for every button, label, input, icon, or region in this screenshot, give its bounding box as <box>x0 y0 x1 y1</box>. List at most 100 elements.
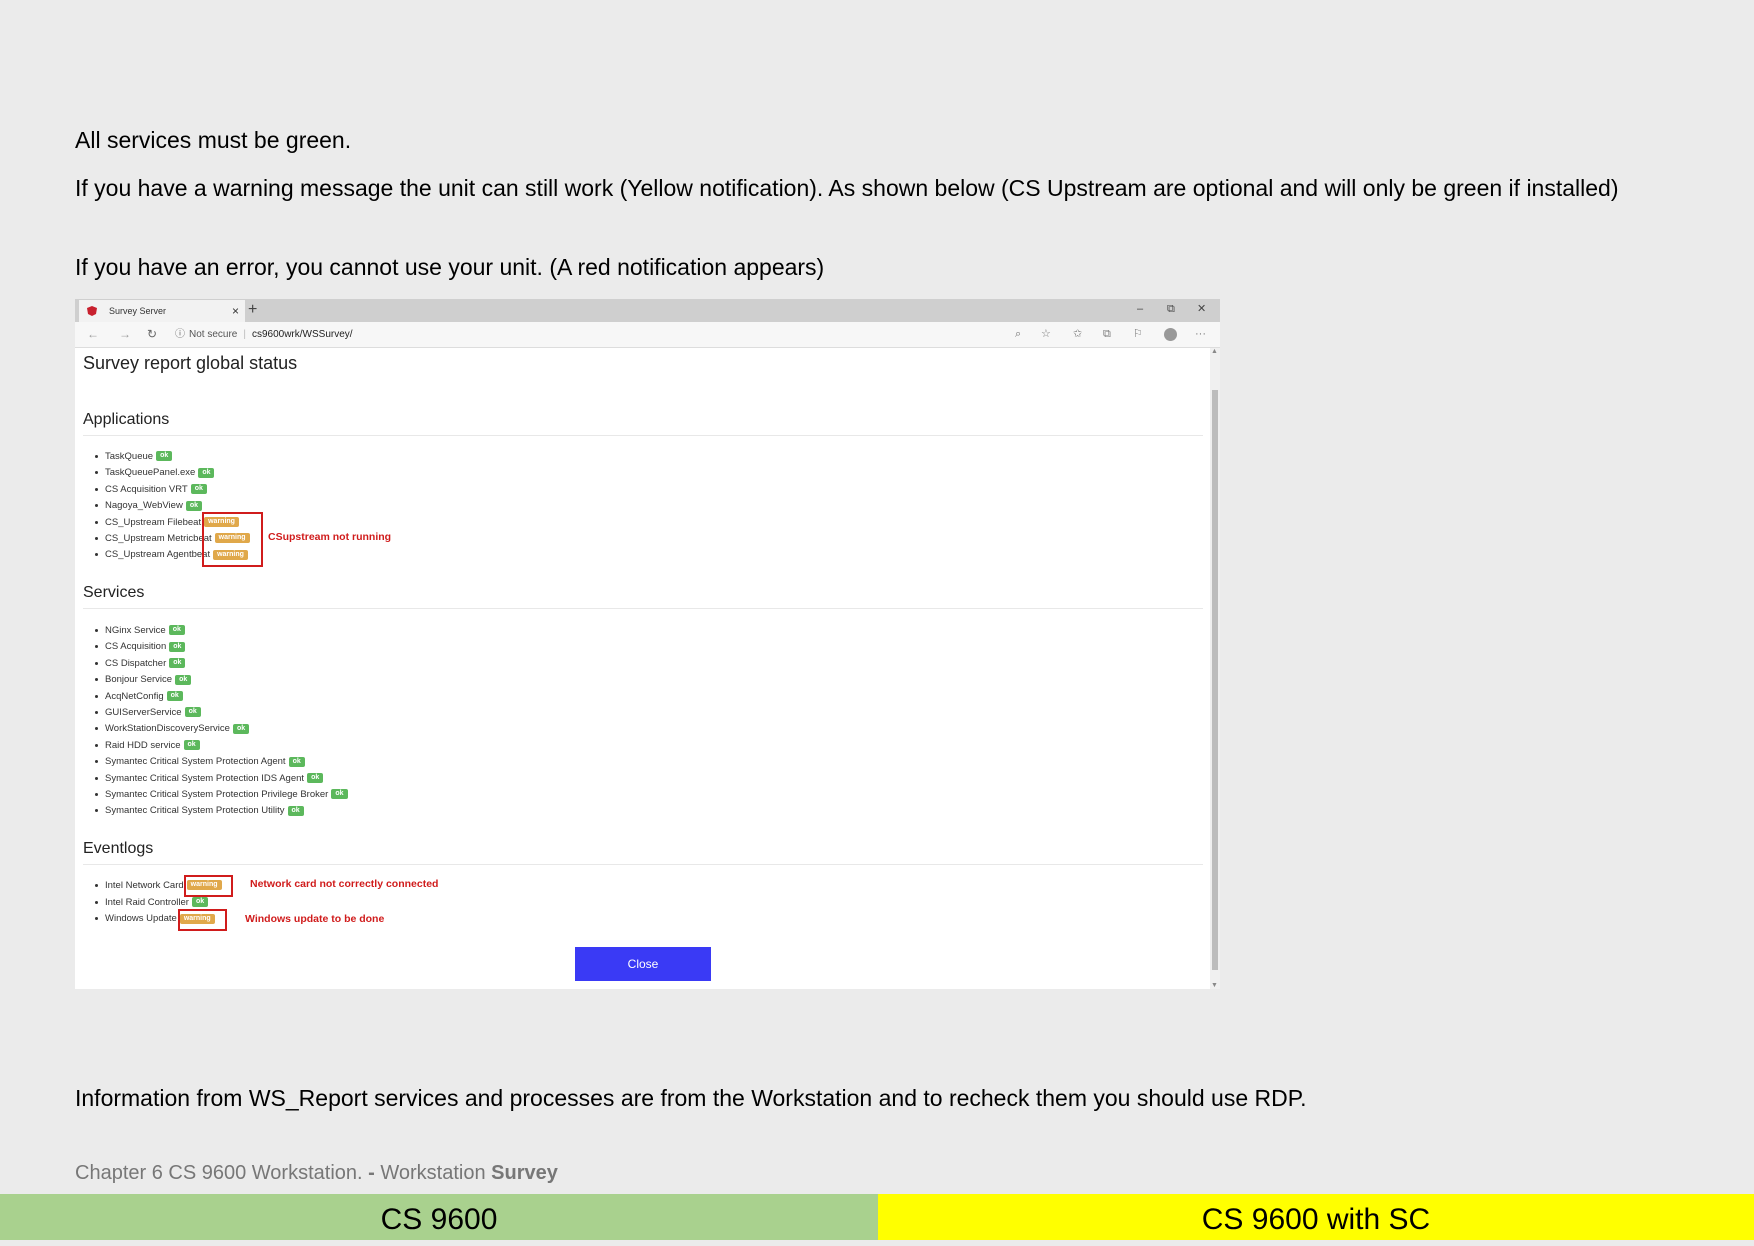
angular-icon <box>87 306 97 316</box>
bullet <box>95 917 98 921</box>
bullet <box>95 792 98 796</box>
profile-avatar[interactable] <box>1164 328 1177 341</box>
item-name: Raid HDD service <box>105 739 181 751</box>
list-item: CS Acquisition ok <box>95 640 186 654</box>
bullet <box>95 710 98 714</box>
list-item: Intel Raid Controller ok <box>95 896 209 910</box>
item-name: Intel Raid Controller <box>105 896 189 908</box>
network-highlight-box <box>184 875 233 897</box>
item-name: Windows Update <box>105 913 177 925</box>
url-divider: | <box>243 329 246 340</box>
window-close-icon[interactable]: ✕ <box>1197 299 1206 319</box>
bullet <box>95 760 98 764</box>
list-item: CS Acquisition VRT ok <box>95 483 207 497</box>
bullet <box>95 454 98 458</box>
item-name: Bonjour Service <box>105 674 173 686</box>
status-badge: ok <box>288 756 305 767</box>
network-annotation: Network card not correctly connected <box>250 878 439 890</box>
refresh-icon[interactable]: ↻ <box>147 322 157 347</box>
eventlogs-heading: Eventlogs <box>83 840 154 857</box>
bullet <box>95 900 98 904</box>
bullet <box>95 694 98 698</box>
bullet <box>95 776 98 780</box>
item-name: NGinx Service <box>105 625 166 636</box>
status-badge: ok <box>184 707 201 718</box>
section-title: Workstation <box>380 1162 486 1184</box>
more-icon[interactable]: ··· <box>1195 322 1206 347</box>
item-name: CS Acquisition VRT <box>105 483 188 495</box>
status-badge: ok <box>169 641 186 652</box>
back-icon[interactable]: ← <box>87 322 99 347</box>
bullet <box>95 628 98 632</box>
zoom-icon[interactable]: ⌕ <box>1015 322 1021 347</box>
item-name: Nagoya_WebView <box>105 500 183 512</box>
status-badge: ok <box>287 805 304 816</box>
scroll-down-icon[interactable]: ▼ <box>1211 982 1218 989</box>
applications-heading: Applications <box>83 411 170 428</box>
list-item: Nagoya_WebView ok <box>95 499 202 513</box>
tab-close-icon[interactable]: × <box>232 300 239 322</box>
collections-icon[interactable]: ⧉ <box>1103 322 1111 347</box>
status-badge: ok <box>232 723 250 734</box>
item-name: Symantec Critical System Protection Util… <box>105 805 285 817</box>
item-name: Symantec Critical System Protection IDS … <box>105 772 305 784</box>
bullet <box>95 678 98 682</box>
status-badge: ok <box>185 500 202 511</box>
list-item: Symantec Critical System Protection Util… <box>95 804 304 818</box>
status-badge: ok <box>156 451 173 462</box>
product-band-cs9600: CS 9600 <box>0 1194 878 1240</box>
item-name: CS_Upstream Agentbeat <box>105 549 211 561</box>
status-badge: ok <box>166 691 183 702</box>
item-name: CS_Upstream Filebeat <box>105 516 202 528</box>
status-badge: ok <box>183 740 200 751</box>
browser-tab[interactable]: Survey Server × <box>79 300 245 322</box>
item-name: CS Dispatcher <box>105 657 167 669</box>
windows-annotation: Windows update to be done <box>245 913 385 925</box>
list-item: Symantec Critical System Protection Agen… <box>95 755 305 769</box>
scrollbar[interactable]: ▲ ▼ <box>1210 348 1220 989</box>
scroll-thumb[interactable] <box>1212 390 1218 970</box>
tab-title: Survey Server <box>109 306 167 316</box>
bullet <box>95 471 98 475</box>
scroll-up-icon[interactable]: ▲ <box>1211 348 1218 355</box>
minimize-icon[interactable]: – <box>1137 299 1143 319</box>
forward-icon[interactable]: → <box>119 322 131 347</box>
bullet <box>95 487 98 491</box>
bullet <box>95 520 98 524</box>
new-tab-icon[interactable]: + <box>248 299 257 321</box>
upstream-annotation: CSupstream not running <box>268 531 392 543</box>
list-item: Bonjour Service ok <box>95 673 192 687</box>
product-band-cs9600-sc: CS 9600 with SC <box>878 1194 1754 1240</box>
list-item: Raid HDD service ok <box>95 739 200 753</box>
tab-bar: Survey Server × + – ⧉ ✕ <box>75 299 1220 322</box>
chapter-footer: Chapter 6 CS 9600 Workstation. - Worksta… <box>75 1162 558 1185</box>
item-name: AcqNetConfig <box>105 690 164 702</box>
info-icon[interactable]: ⓘ <box>175 329 185 340</box>
status-badge: ok <box>331 789 348 800</box>
url-field[interactable]: ⓘ Not secure | cs9600wrk/WSSurvey/ <box>175 324 1075 345</box>
status-badge: ok <box>191 897 209 908</box>
item-name: TaskQueue <box>105 451 154 462</box>
url-text: cs9600wrk/WSSurvey/ <box>251 329 353 340</box>
list-item: AcqNetConfig ok <box>95 690 183 704</box>
feedback-icon[interactable]: ⚐ <box>1133 322 1143 347</box>
favorite-star-icon[interactable]: ☆ <box>1041 322 1051 347</box>
error-explanation: If you have an error, you cannot use you… <box>75 254 825 280</box>
item-name: CS_Upstream Metricbeat <box>105 533 212 544</box>
item-name: TaskQueuePanel.exe <box>105 467 196 479</box>
upstream-highlight-box <box>202 512 263 567</box>
item-name: GUIServerService <box>105 707 182 718</box>
item-name: WorkStationDiscoveryService <box>105 723 230 735</box>
bullet <box>95 727 98 731</box>
favorites-icon[interactable]: ✩ <box>1073 322 1082 347</box>
intro-text: All services must be green. <box>75 127 352 153</box>
bullet <box>95 809 98 813</box>
services-heading: Services <box>83 584 145 601</box>
status-badge: ok <box>307 773 324 784</box>
status-badge: ok <box>190 484 207 495</box>
footer-dash: - <box>368 1162 375 1184</box>
restore-icon[interactable]: ⧉ <box>1167 299 1175 319</box>
list-item: Symantec Critical System Protection IDS … <box>95 772 324 786</box>
close-button[interactable]: Close <box>575 947 711 981</box>
bullet <box>95 645 98 649</box>
